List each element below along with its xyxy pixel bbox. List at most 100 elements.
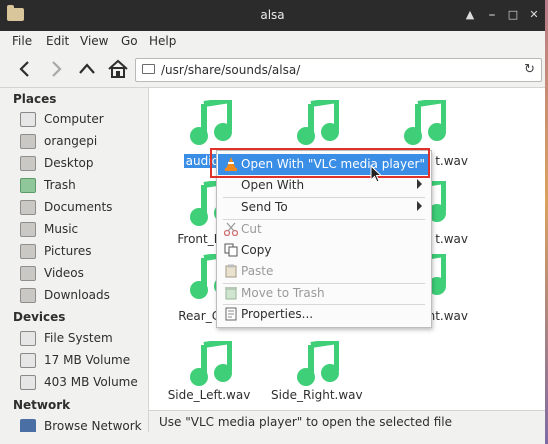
computer-icon bbox=[20, 112, 36, 127]
menu-item-label: Paste bbox=[241, 264, 274, 278]
sidebar-item-label: Pictures bbox=[44, 244, 92, 258]
menu-go[interactable]: Go bbox=[121, 34, 138, 48]
audio-file-icon bbox=[297, 341, 339, 386]
menu-item-label: Cut bbox=[241, 222, 262, 236]
sidebar: Places Computer orangepi Desktop Trash D… bbox=[0, 88, 149, 444]
paste-icon bbox=[225, 264, 237, 278]
sidebar-item-documents[interactable]: Documents bbox=[20, 198, 145, 218]
drive-icon bbox=[20, 353, 36, 368]
reload-icon[interactable]: ↻ bbox=[524, 62, 535, 77]
sidebar-item-label: Videos bbox=[44, 266, 84, 280]
sidebar-item-pictures[interactable]: Pictures bbox=[20, 242, 145, 262]
videos-folder-icon bbox=[20, 266, 36, 281]
menu-item-label: Move to Trash bbox=[241, 286, 325, 300]
file-manager-window: alsa ▲ ⎯ □ ✕ File Edit View Go Help /usr… bbox=[0, 0, 545, 444]
pictures-folder-icon bbox=[20, 244, 36, 259]
audio-file-icon bbox=[190, 341, 232, 386]
back-icon bbox=[19, 61, 29, 77]
audio-file-icon bbox=[190, 100, 232, 145]
home-folder-icon bbox=[20, 134, 36, 149]
devices-heading: Devices bbox=[13, 310, 66, 324]
menu-item-label: Open With bbox=[241, 178, 305, 192]
back-button[interactable] bbox=[12, 56, 38, 82]
status-bar: Use "VLC media player" to open the selec… bbox=[149, 410, 545, 433]
sidebar-item-label: orangepi bbox=[44, 134, 98, 148]
menu-item-label: Copy bbox=[241, 243, 272, 257]
sidebar-item-filesystem[interactable]: File System bbox=[20, 329, 145, 349]
copy-icon bbox=[224, 243, 238, 257]
status-text: Use "VLC media player" to open the selec… bbox=[159, 415, 452, 429]
menu-bar: File Edit View Go Help bbox=[0, 31, 545, 51]
sidebar-item-label: Desktop bbox=[44, 156, 94, 170]
sidebar-item-label: Computer bbox=[44, 112, 104, 126]
menu-view[interactable]: View bbox=[80, 34, 108, 48]
music-folder-icon bbox=[20, 222, 36, 237]
window-bottom-edge bbox=[0, 432, 545, 444]
sidebar-item-computer[interactable]: Computer bbox=[20, 110, 145, 130]
sidebar-item-label: File System bbox=[44, 331, 113, 345]
menu-item-label: Send To bbox=[241, 200, 288, 214]
sidebar-item-label: Trash bbox=[44, 178, 76, 192]
maximize-button[interactable]: □ bbox=[505, 7, 521, 23]
properties-icon bbox=[225, 307, 237, 321]
sidebar-item-label: Documents bbox=[44, 200, 113, 214]
sidebar-item-17mb-volume[interactable]: 17 MB Volume bbox=[20, 351, 145, 371]
forward-icon bbox=[52, 61, 62, 77]
sidebar-item-label: Music bbox=[44, 222, 79, 236]
sidebar-item-403mb-volume[interactable]: 403 MB Volume bbox=[20, 373, 145, 393]
sidebar-item-label: Downloads bbox=[44, 288, 110, 302]
menu-edit[interactable]: Edit bbox=[46, 34, 69, 48]
downloads-folder-icon bbox=[20, 288, 36, 303]
submenu-arrow-icon bbox=[417, 201, 422, 211]
audio-file-icon bbox=[297, 100, 339, 145]
forward-button[interactable] bbox=[43, 56, 69, 82]
title-bar[interactable]: alsa ▲ ⎯ □ ✕ bbox=[0, 0, 545, 31]
trash-icon bbox=[20, 178, 36, 193]
menu-file[interactable]: File bbox=[12, 34, 32, 48]
drive-icon bbox=[20, 375, 36, 390]
menu-cut[interactable]: Cut bbox=[218, 219, 430, 240]
places-heading: Places bbox=[13, 92, 57, 106]
file-name: Side_Left.wav bbox=[167, 388, 251, 402]
close-button[interactable]: ✕ bbox=[526, 7, 542, 23]
trash-icon bbox=[225, 287, 237, 300]
menu-move-to-trash[interactable]: Move to Trash bbox=[218, 283, 430, 304]
menu-open-with[interactable]: Open With bbox=[218, 175, 430, 196]
sidebar-item-desktop[interactable]: Desktop bbox=[20, 154, 145, 174]
file-item[interactable]: Side_Left.wav bbox=[164, 341, 254, 411]
home-icon bbox=[108, 59, 128, 78]
sidebar-item-label: 403 MB Volume bbox=[44, 375, 138, 389]
sidebar-item-label: Browse Network bbox=[44, 419, 142, 433]
sidebar-item-downloads[interactable]: Downloads bbox=[20, 286, 145, 306]
sidebar-item-label: 17 MB Volume bbox=[44, 353, 131, 367]
menu-item-label: Properties... bbox=[241, 307, 314, 321]
keep-above-button[interactable]: ▲ bbox=[462, 7, 478, 23]
network-heading: Network bbox=[13, 398, 71, 412]
mouse-cursor-icon bbox=[370, 165, 382, 183]
menu-send-to[interactable]: Send To bbox=[218, 197, 430, 218]
menu-properties[interactable]: Properties... bbox=[218, 304, 430, 325]
sidebar-item-videos[interactable]: Videos bbox=[20, 264, 145, 284]
folder-icon bbox=[142, 64, 155, 74]
cut-icon bbox=[224, 222, 238, 236]
documents-folder-icon bbox=[20, 200, 36, 215]
up-button[interactable] bbox=[74, 56, 100, 82]
sidebar-item-orangepi[interactable]: orangepi bbox=[20, 132, 145, 152]
menu-paste[interactable]: Paste bbox=[218, 261, 430, 282]
address-bar[interactable]: /usr/share/sounds/alsa/ ↻ bbox=[135, 58, 542, 82]
submenu-arrow-icon bbox=[417, 179, 422, 189]
audio-file-icon bbox=[404, 100, 446, 145]
drive-icon bbox=[20, 331, 36, 346]
toolbar: /usr/share/sounds/alsa/ ↻ bbox=[0, 51, 545, 88]
highlight-annotation-box bbox=[210, 148, 430, 178]
menu-help[interactable]: Help bbox=[149, 34, 176, 48]
sidebar-item-trash[interactable]: Trash bbox=[20, 176, 145, 196]
home-button[interactable] bbox=[104, 56, 130, 82]
sidebar-item-music[interactable]: Music bbox=[20, 220, 145, 240]
file-name: Side_Right.wav bbox=[271, 388, 363, 402]
up-icon bbox=[79, 63, 95, 74]
minimize-button[interactable]: ⎯ bbox=[484, 7, 500, 23]
address-path[interactable]: /usr/share/sounds/alsa/ bbox=[161, 63, 300, 77]
file-item[interactable]: Side_Right.wav bbox=[271, 341, 363, 411]
menu-copy[interactable]: Copy bbox=[218, 240, 430, 261]
